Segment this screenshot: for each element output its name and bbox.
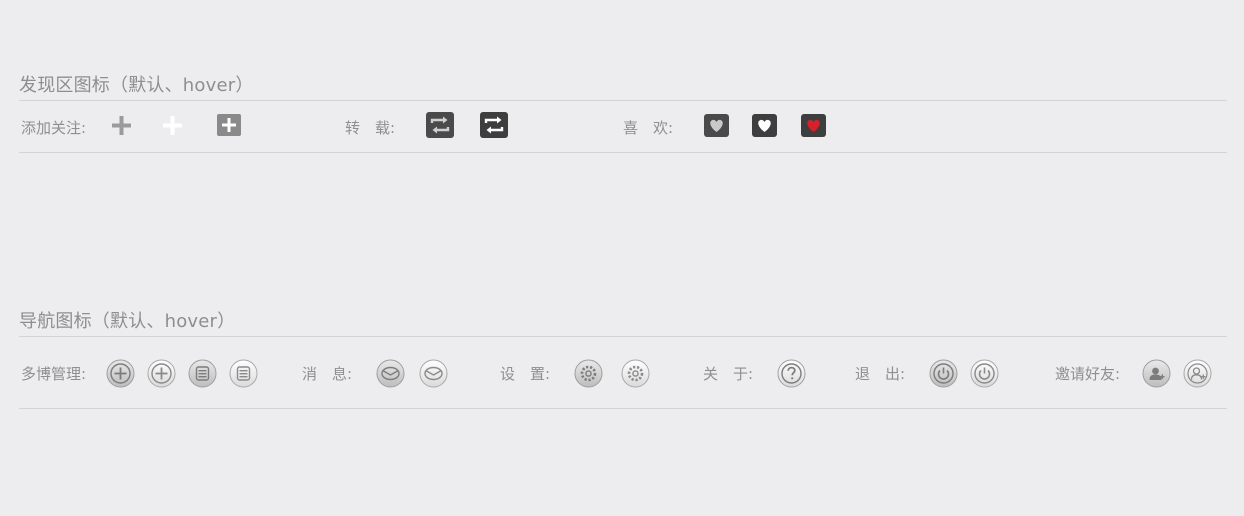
- power-icon[interactable]: [929, 359, 958, 388]
- gear-icon-hover[interactable]: [621, 359, 650, 388]
- like-label: 喜 欢:: [623, 119, 674, 137]
- repost-label: 转 载:: [345, 119, 396, 137]
- follow-label: 添加关注:: [21, 119, 87, 137]
- circle-plus-icon[interactable]: [106, 359, 135, 388]
- settings-label: 设 置:: [500, 365, 551, 383]
- mail-icon[interactable]: [376, 359, 405, 388]
- question-icon[interactable]: [777, 359, 806, 388]
- heart-icon-active[interactable]: [801, 114, 826, 137]
- weibo-manage-label: 多博管理:: [21, 365, 87, 383]
- nav-section-title: 导航图标（默认、hover）: [19, 311, 236, 332]
- repost-icon[interactable]: [426, 112, 454, 138]
- user-add-icon-hover[interactable]: [1183, 359, 1212, 388]
- discover-bottom-divider: [19, 152, 1227, 153]
- logout-label: 退 出:: [855, 365, 906, 383]
- circle-list-icon[interactable]: [188, 359, 217, 388]
- invite-friends-label: 邀请好友:: [1055, 365, 1121, 383]
- user-add-icon[interactable]: [1142, 359, 1171, 388]
- discover-section-title: 发现区图标（默认、hover）: [19, 75, 254, 96]
- message-label: 消 息:: [302, 365, 353, 383]
- about-label: 关 于:: [703, 365, 754, 383]
- circle-list-icon-hover[interactable]: [229, 359, 258, 388]
- plus-icon-hover[interactable]: [162, 115, 183, 136]
- gear-icon[interactable]: [574, 359, 603, 388]
- repost-icon-hover[interactable]: [480, 112, 508, 138]
- circle-plus-icon-hover[interactable]: [147, 359, 176, 388]
- nav-top-divider: [19, 336, 1227, 337]
- discover-top-divider: [19, 100, 1227, 101]
- mail-icon-hover[interactable]: [419, 359, 448, 388]
- heart-icon[interactable]: [704, 114, 729, 137]
- power-icon-hover[interactable]: [970, 359, 999, 388]
- plus-box-icon[interactable]: [217, 114, 241, 136]
- heart-icon-hover[interactable]: [752, 114, 777, 137]
- plus-icon[interactable]: [111, 115, 132, 136]
- nav-bottom-divider: [19, 408, 1227, 409]
